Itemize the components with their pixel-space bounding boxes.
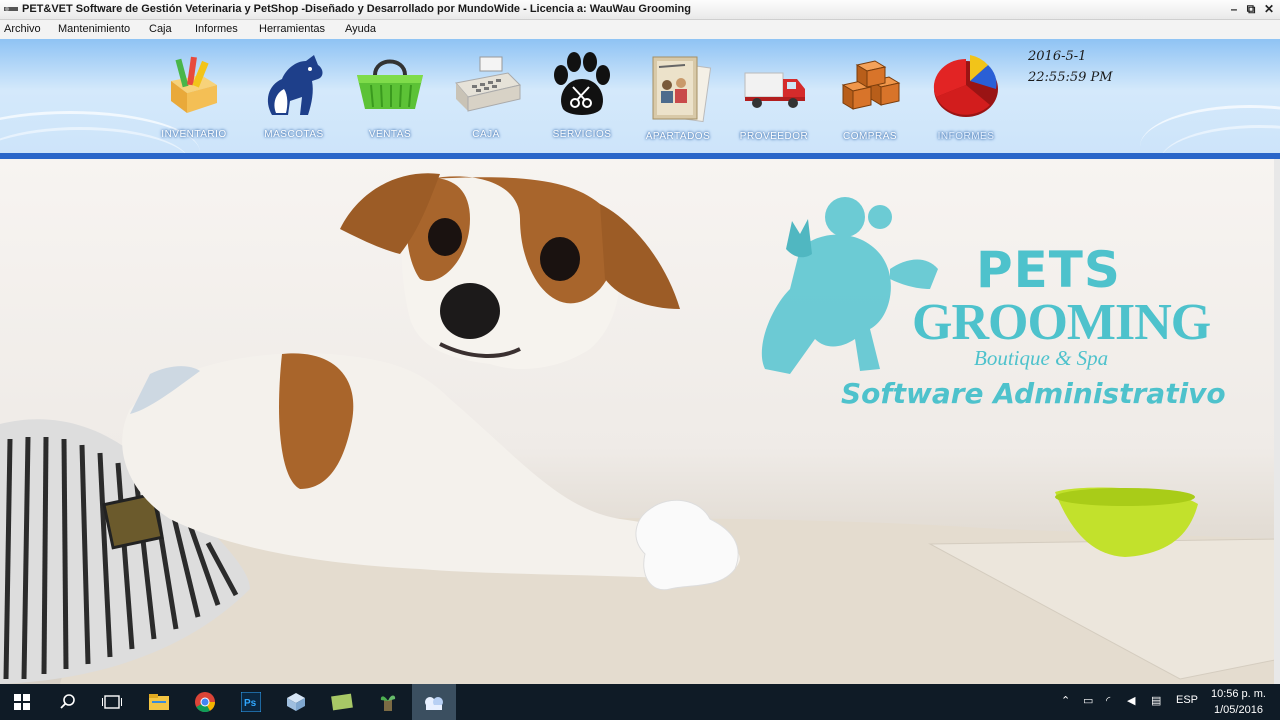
taskbar-notes-app[interactable]: [320, 684, 364, 720]
pie-chart-icon: [933, 55, 998, 117]
notes-app-icon: [331, 693, 353, 711]
toolbar-item-label: INFORMES: [937, 131, 995, 142]
taskbar-sprout-app[interactable]: [366, 684, 410, 720]
background-photo: [0, 173, 1280, 684]
inventory-box-icon: [171, 56, 217, 113]
toolbar-inventario-button[interactable]: INVENTARIO: [146, 47, 242, 151]
minimize-button[interactable]: –: [1226, 2, 1242, 17]
menu-herramientas[interactable]: Herramientas: [259, 23, 325, 35]
credit-cards-icon: [652, 56, 712, 123]
menu-ayuda[interactable]: Ayuda: [345, 23, 376, 35]
menu-bar: Archivo Mantenimiento Caja Informes Herr…: [0, 20, 1280, 39]
toolbar-item-label: SERVICIOS: [552, 129, 612, 140]
date-text: 2016-5-1: [1028, 49, 1087, 64]
menu-caja[interactable]: Caja: [149, 23, 172, 35]
clock-time: 10:56 p. m.: [1210, 688, 1266, 700]
close-button[interactable]: ✕: [1261, 2, 1277, 17]
chrome-icon: [195, 692, 216, 713]
shopping-basket-icon: [357, 59, 423, 109]
scrollbar[interactable]: [1274, 159, 1280, 684]
search-icon: [60, 694, 75, 709]
file-explorer-icon: [149, 694, 169, 710]
dog-photo: [122, 173, 740, 591]
time-text: 22:55:59 PM: [1028, 70, 1113, 85]
toolbar-item-label: INVENTARIO: [161, 129, 227, 140]
toolbar-item-label: VENTAS: [368, 129, 412, 140]
maximize-button[interactable]: ⧉: [1243, 2, 1259, 17]
task-view-button[interactable]: [90, 684, 134, 720]
window-title: PET&VET Software de Gestión Veterinaria …: [22, 3, 691, 15]
main-toolbar: INVENTARIO MASCOTAS VENTAS CAJA SERVICIO…: [0, 39, 1280, 153]
paw-scissors-icon: [554, 52, 610, 115]
menu-informes[interactable]: Informes: [195, 23, 238, 35]
taskbar-petvet-app[interactable]: [412, 684, 456, 720]
search-button[interactable]: [46, 684, 90, 720]
taskbar-file-explorer[interactable]: [137, 684, 181, 720]
background-image: PETS GROOMING Boutique & Spa Software Ad…: [0, 159, 1280, 684]
toolbar-apartados-button[interactable]: APARTADOS: [630, 47, 726, 151]
taskbar-chrome[interactable]: [183, 684, 227, 720]
toolbar-mascotas-button[interactable]: MASCOTAS: [246, 47, 342, 151]
taskbar-cube-app[interactable]: [274, 684, 318, 720]
windows-taskbar: Ps ⌃ ▭ ◜ ◀ ▤ ESP 10:56 p. m. 1/05/2016: [0, 684, 1280, 720]
toolbar-item-label: PROVEEDOR: [739, 131, 809, 142]
title-bar: PET&VET Software de Gestión Veterinaria …: [0, 0, 1280, 20]
toolbar-ventas-button[interactable]: VENTAS: [342, 47, 438, 151]
menu-mantenimiento[interactable]: Mantenimiento: [58, 23, 130, 35]
svg-text:Ps: Ps: [244, 698, 257, 709]
toolbar-caja-button[interactable]: CAJA: [438, 47, 534, 151]
app-icon: [4, 7, 18, 11]
logo-grooming-text: GROOMING: [912, 294, 1211, 351]
sprout-app-icon: [380, 695, 396, 711]
toolbar-item-label: COMPRAS: [842, 131, 898, 142]
start-icon: [14, 694, 30, 710]
petvet-app-icon: [425, 697, 443, 710]
toolbar-servicios-button[interactable]: SERVICIOS: [534, 47, 630, 151]
boxes-icon: [841, 60, 901, 110]
toolbar-proveedor-button[interactable]: PROVEEDOR: [726, 47, 822, 151]
toolbar-item-label: APARTADOS: [645, 131, 711, 142]
truck-icon: [744, 72, 805, 108]
toolbar-item-label: CAJA: [472, 129, 500, 140]
notification-icon[interactable]: ▤: [1151, 694, 1161, 707]
datetime-display: 2016-5-1 22:55:59 PM: [1028, 46, 1113, 88]
menu-archivo[interactable]: Archivo: [4, 23, 41, 35]
toolbar-item-label: MASCOTAS: [264, 129, 324, 140]
logo-tagline: Boutique & Spa: [974, 346, 1109, 370]
app-subtitle: Software Administrativo: [841, 377, 1226, 410]
language-indicator[interactable]: ESP: [1176, 694, 1198, 706]
logo-pets-text: PETS: [976, 241, 1121, 299]
app-window: PET&VET Software de Gestión Veterinaria …: [0, 0, 1280, 684]
toolbar-compras-button[interactable]: COMPRAS: [822, 47, 918, 151]
taskbar-photoshop[interactable]: Ps: [229, 684, 273, 720]
clock-date: 1/05/2016: [1214, 704, 1263, 716]
taskbar-clock[interactable]: 10:56 p. m. 1/05/2016: [1211, 686, 1266, 718]
pets-icon: [267, 55, 323, 115]
volume-icon[interactable]: ◀: [1127, 694, 1135, 707]
photoshop-icon: Ps: [241, 692, 261, 712]
cube-app-icon: [287, 693, 305, 711]
task-view-icon: [102, 695, 122, 709]
cash-register-icon: [455, 56, 521, 112]
start-button[interactable]: [0, 684, 44, 720]
wifi-icon[interactable]: ◜: [1106, 694, 1110, 707]
show-hidden-icons-icon[interactable]: ⌃: [1061, 694, 1070, 707]
toolbar-informes-button[interactable]: INFORMES: [918, 47, 1014, 151]
battery-icon[interactable]: ▭: [1083, 694, 1093, 707]
